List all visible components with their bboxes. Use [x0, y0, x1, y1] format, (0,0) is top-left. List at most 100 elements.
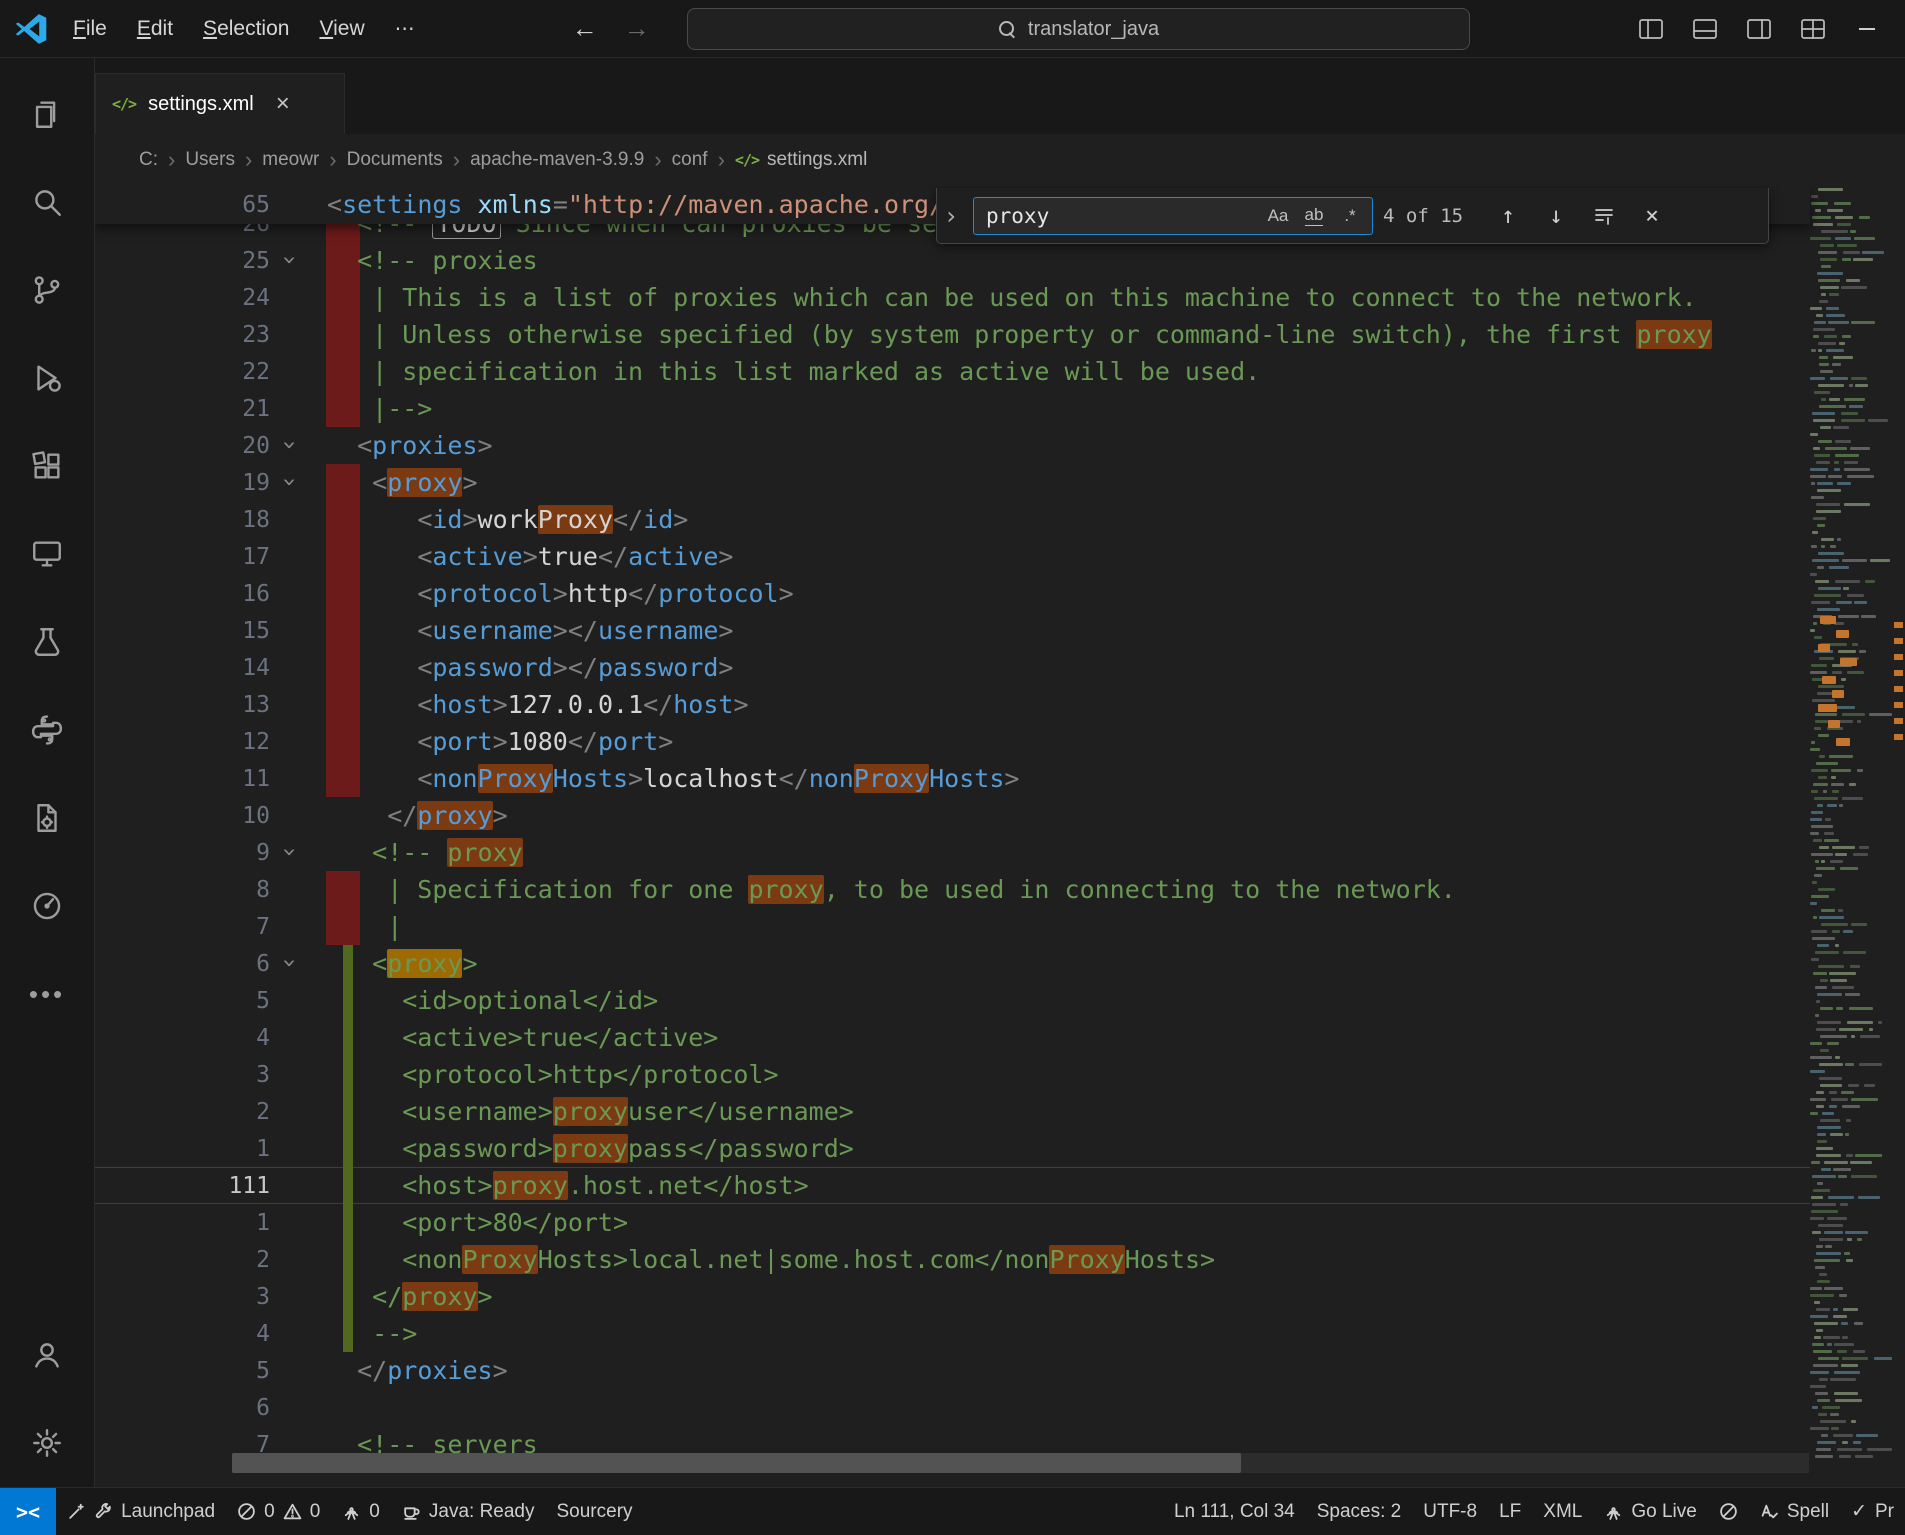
code-line[interactable]: 3 </proxy>: [95, 1278, 1810, 1315]
horizontal-scrollbar[interactable]: [232, 1453, 1809, 1473]
more-views-icon[interactable]: •••: [0, 950, 95, 1038]
line-number[interactable]: 10: [95, 803, 270, 829]
line-number[interactable]: 25: [95, 248, 270, 274]
line-number[interactable]: 23: [95, 322, 270, 348]
do-not-disturb[interactable]: [1708, 1488, 1749, 1535]
breadcrumb-item[interactable]: C:: [139, 149, 158, 171]
toggle-sidebar-icon[interactable]: [1631, 9, 1671, 49]
breadcrumb-item[interactable]: conf: [672, 149, 708, 171]
code-line[interactable]: 6› <proxy>: [95, 945, 1810, 982]
line-number[interactable]: 5: [95, 988, 270, 1014]
menu-edit[interactable]: Edit: [122, 10, 188, 48]
compass-icon[interactable]: [0, 862, 95, 950]
line-number[interactable]: 13: [95, 692, 270, 718]
settings-gear-icon[interactable]: [0, 1399, 95, 1487]
run-debug-icon[interactable]: [0, 334, 95, 422]
code-line[interactable]: 15 <username></username>: [95, 612, 1810, 649]
code-line[interactable]: 14 <password></password>: [95, 649, 1810, 686]
code-line[interactable]: 5 </proxies>: [95, 1352, 1810, 1389]
status-sourcery[interactable]: Sourcery: [546, 1488, 644, 1535]
toggle-secondary-sidebar-icon[interactable]: [1739, 9, 1779, 49]
code-line[interactable]: 22 | specification in this list marked a…: [95, 353, 1810, 390]
breadcrumb-item[interactable]: apache-maven-3.9.9: [470, 149, 644, 171]
line-number[interactable]: 6: [95, 1395, 270, 1421]
match-case-icon[interactable]: Aa: [1262, 201, 1294, 231]
testing-icon[interactable]: [0, 598, 95, 686]
code-line[interactable]: 10 </proxy>: [95, 797, 1810, 834]
find-in-selection-icon[interactable]: [1585, 197, 1623, 235]
toggle-panel-icon[interactable]: [1685, 9, 1725, 49]
status-ports[interactable]: 0: [331, 1488, 391, 1535]
line-number[interactable]: 4: [95, 1321, 270, 1347]
eol-sequence[interactable]: LF: [1488, 1488, 1532, 1535]
line-number[interactable]: 16: [95, 581, 270, 607]
line-number[interactable]: 12: [95, 729, 270, 755]
explorer-icon[interactable]: [0, 70, 95, 158]
back-arrow-icon[interactable]: ←: [572, 13, 598, 44]
command-center-search[interactable]: translator_java: [687, 8, 1470, 50]
line-number[interactable]: 17: [95, 544, 270, 570]
line-number[interactable]: 111: [95, 1173, 270, 1199]
code-line[interactable]: 18 <id>workProxy</id>: [95, 501, 1810, 538]
code-line[interactable]: 25› <!-- proxies: [95, 242, 1810, 279]
next-match-icon[interactable]: ↓: [1537, 197, 1575, 235]
status-java[interactable]: Java: Ready: [391, 1488, 546, 1535]
code-line[interactable]: 2 <username>proxyuser</username>: [95, 1093, 1810, 1130]
code-line[interactable]: 1 <password>proxypass</password>: [95, 1130, 1810, 1167]
menu-selection[interactable]: Selection: [188, 10, 304, 48]
line-number[interactable]: 3: [95, 1062, 270, 1088]
code-line[interactable]: 24 | This is a list of proxies which can…: [95, 279, 1810, 316]
source-control-icon[interactable]: [0, 246, 95, 334]
breadcrumb-file[interactable]: settings.xml: [767, 149, 867, 171]
file-settings-icon[interactable]: [0, 774, 95, 862]
horizontal-scrollbar-thumb[interactable]: [232, 1453, 1241, 1473]
search-sidebar-icon[interactable]: [0, 158, 95, 246]
line-number[interactable]: 1: [95, 1136, 270, 1162]
line-number[interactable]: 6: [95, 951, 270, 977]
previous-match-icon[interactable]: ↑: [1489, 197, 1527, 235]
line-number[interactable]: 14: [95, 655, 270, 681]
code-line[interactable]: 21 |-->: [95, 390, 1810, 427]
line-number[interactable]: 9: [95, 840, 270, 866]
account-icon[interactable]: [0, 1311, 95, 1399]
code-line[interactable]: 9› <!-- proxy: [95, 834, 1810, 871]
line-number[interactable]: 8: [95, 877, 270, 903]
remote-explorer-icon[interactable]: [0, 510, 95, 598]
go-live[interactable]: Go Live: [1593, 1488, 1707, 1535]
menu-file[interactable]: File: [58, 10, 122, 48]
menu-overflow[interactable]: ⋯: [380, 9, 432, 48]
code-editor[interactable]: 26 <!-- TODO Since when can proxies be s…: [95, 186, 1905, 1487]
code-line[interactable]: 4 -->: [95, 1315, 1810, 1352]
line-number[interactable]: 15: [95, 618, 270, 644]
tab-close-icon[interactable]: ×: [276, 92, 290, 116]
code-line[interactable]: 2 <nonProxyHosts>local.net|some.host.com…: [95, 1241, 1810, 1278]
code-line[interactable]: 6: [95, 1389, 1810, 1426]
extensions-icon[interactable]: [0, 422, 95, 510]
code-line[interactable]: 5 <id>optional</id>: [95, 982, 1810, 1019]
line-number[interactable]: 1: [95, 1210, 270, 1236]
breadcrumb-item[interactable]: Documents: [347, 149, 443, 171]
cursor-position[interactable]: Ln 111, Col 34: [1163, 1488, 1306, 1535]
customize-layout-icon[interactable]: [1793, 9, 1833, 49]
indentation[interactable]: Spaces: 2: [1306, 1488, 1413, 1535]
minimap[interactable]: [1810, 186, 1905, 1487]
status-problems[interactable]: 0 0: [226, 1488, 331, 1535]
tab-settings-xml[interactable]: </> settings.xml ×: [95, 73, 345, 134]
line-number[interactable]: 11: [95, 766, 270, 792]
code-line[interactable]: 17 <active>true</active>: [95, 538, 1810, 575]
code-line[interactable]: 23 | Unless otherwise specified (by syst…: [95, 316, 1810, 353]
code-line[interactable]: 3 <protocol>http</protocol>: [95, 1056, 1810, 1093]
line-number[interactable]: 18: [95, 507, 270, 533]
code-line[interactable]: 111 <host>proxy.host.net</host>: [95, 1167, 1810, 1204]
close-find-icon[interactable]: ×: [1633, 197, 1671, 235]
breadcrumb-item[interactable]: Users: [185, 149, 235, 171]
code-line[interactable]: 4 <active>true</active>: [95, 1019, 1810, 1056]
line-number[interactable]: 7: [95, 914, 270, 940]
spell-checker[interactable]: Spell: [1749, 1488, 1840, 1535]
prettier-status[interactable]: ✓ Pr: [1840, 1488, 1905, 1535]
find-input[interactable]: proxy Aa ab .*: [973, 197, 1373, 235]
regex-icon[interactable]: .*: [1334, 201, 1366, 231]
line-number[interactable]: 21: [95, 396, 270, 422]
language-mode[interactable]: XML: [1532, 1488, 1593, 1535]
forward-arrow-icon[interactable]: →: [624, 13, 650, 44]
